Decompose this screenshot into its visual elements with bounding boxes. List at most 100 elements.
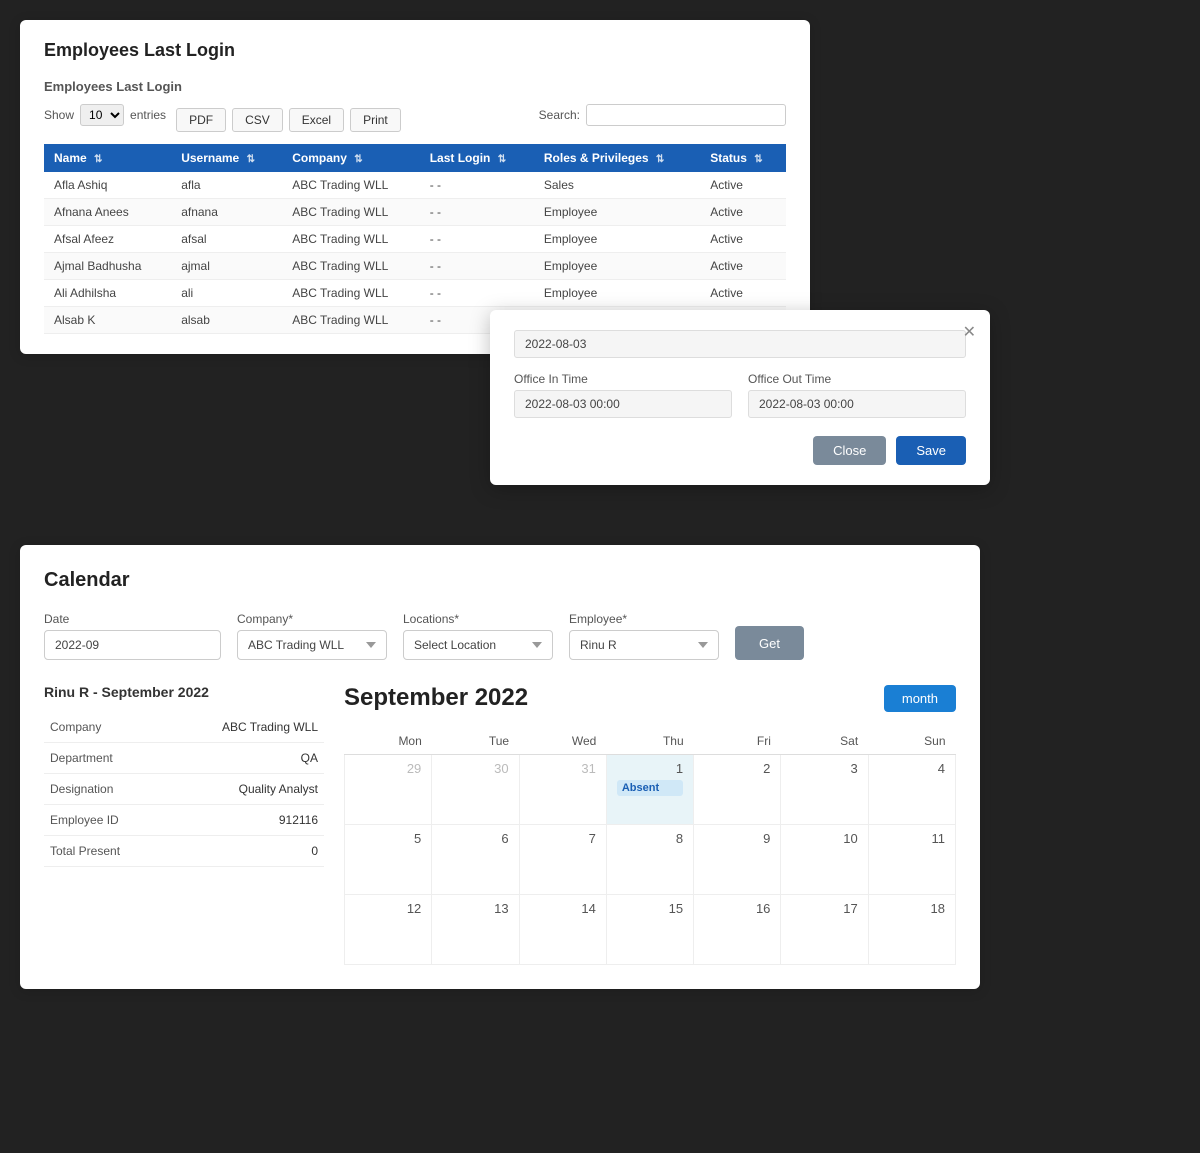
employee-filter-select[interactable]: Rinu R bbox=[569, 630, 719, 660]
print-button[interactable]: Print bbox=[350, 108, 401, 132]
company-filter-label: Company* bbox=[237, 612, 387, 626]
cell-last_login: - - bbox=[420, 253, 534, 280]
cal-header-tue: Tue bbox=[432, 728, 519, 755]
cal-header-sun: Sun bbox=[868, 728, 955, 755]
entries-label: entries bbox=[130, 108, 166, 122]
cell-username: afsal bbox=[171, 226, 282, 253]
calendar-day-cell[interactable]: 6 bbox=[432, 825, 519, 895]
cell-name: Afsal Afeez bbox=[44, 226, 171, 253]
col-status: Status ⇅ bbox=[700, 144, 786, 172]
date-field-group bbox=[514, 330, 966, 358]
col-roles: Roles & Privileges ⇅ bbox=[534, 144, 700, 172]
col-last-login: Last Login ⇅ bbox=[420, 144, 534, 172]
info-value: ABC Trading WLL bbox=[165, 712, 324, 743]
cal-header-mon: Mon bbox=[345, 728, 432, 755]
search-input[interactable] bbox=[586, 104, 786, 126]
cell-last_login: - - bbox=[420, 172, 534, 199]
calendar-header: September 2022 month bbox=[344, 684, 956, 712]
employees-panel-title: Employees Last Login bbox=[44, 40, 786, 61]
cell-name: Ajmal Badhusha bbox=[44, 253, 171, 280]
calendar-day-cell[interactable]: 31 bbox=[519, 755, 606, 825]
modal-footer: Close Save bbox=[514, 436, 966, 465]
calendar-day-cell[interactable]: 4 bbox=[868, 755, 955, 825]
export-buttons: PDF CSV Excel Print bbox=[176, 108, 401, 132]
calendar-week-row: 2930311Absent234 bbox=[345, 755, 956, 825]
calendar-day-cell[interactable]: 17 bbox=[781, 895, 868, 965]
cell-username: alsab bbox=[171, 307, 282, 334]
calendar-day-cell[interactable]: 14 bbox=[519, 895, 606, 965]
calendar-day-cell[interactable]: 8 bbox=[606, 825, 693, 895]
calendar-day-cell[interactable]: 10 bbox=[781, 825, 868, 895]
calendar-day-cell[interactable]: 5 bbox=[345, 825, 432, 895]
calendar-day-cell[interactable]: 30 bbox=[432, 755, 519, 825]
month-view-button[interactable]: month bbox=[884, 685, 956, 712]
cell-username: ajmal bbox=[171, 253, 282, 280]
calendar-day-cell[interactable]: 16 bbox=[694, 895, 781, 965]
cell-company: ABC Trading WLL bbox=[282, 307, 419, 334]
sort-roles-icon: ⇅ bbox=[656, 154, 664, 165]
table-row: Afnana AneesafnanaABC Trading WLL- -Empl… bbox=[44, 199, 786, 226]
cell-status: Active bbox=[700, 172, 786, 199]
employee-filter-group: Employee* Rinu R bbox=[569, 612, 719, 660]
calendar-day-cell[interactable]: 18 bbox=[868, 895, 955, 965]
info-value: Quality Analyst bbox=[165, 774, 324, 805]
cell-company: ABC Trading WLL bbox=[282, 280, 419, 307]
calendar-day-cell[interactable]: 12 bbox=[345, 895, 432, 965]
office-in-input[interactable] bbox=[514, 390, 732, 418]
cell-status: Active bbox=[700, 199, 786, 226]
cal-header-thu: Thu bbox=[606, 728, 693, 755]
edit-modal: ✕ Office In Time Office Out Time Close S… bbox=[490, 310, 990, 485]
calendar-week-row: 12131415161718 bbox=[345, 895, 956, 965]
info-label: Department bbox=[44, 743, 165, 774]
office-out-input[interactable] bbox=[748, 390, 966, 418]
calendar-body: Rinu R - September 2022 CompanyABC Tradi… bbox=[44, 684, 956, 965]
office-out-group: Office Out Time bbox=[748, 372, 966, 418]
calendar-day-cell[interactable]: 11 bbox=[868, 825, 955, 895]
date-input[interactable] bbox=[514, 330, 966, 358]
cell-username: afla bbox=[171, 172, 282, 199]
table-row: Ajmal BadhushaajmalABC Trading WLL- -Emp… bbox=[44, 253, 786, 280]
cell-roles: Sales bbox=[534, 172, 700, 199]
pdf-button[interactable]: PDF bbox=[176, 108, 226, 132]
info-label: Company bbox=[44, 712, 165, 743]
calendar-day-cell[interactable]: 1Absent bbox=[606, 755, 693, 825]
calendar-day-cell[interactable]: 15 bbox=[606, 895, 693, 965]
col-company: Company ⇅ bbox=[282, 144, 419, 172]
info-label: Employee ID bbox=[44, 805, 165, 836]
save-button[interactable]: Save bbox=[896, 436, 966, 465]
employees-section-label: Employees Last Login bbox=[44, 79, 786, 94]
cell-name: Ali Adhilsha bbox=[44, 280, 171, 307]
info-value: 0 bbox=[165, 836, 324, 867]
cell-username: ali bbox=[171, 280, 282, 307]
table-row: Afla AshiqaflaABC Trading WLL- -SalesAct… bbox=[44, 172, 786, 199]
office-in-group: Office In Time bbox=[514, 372, 732, 418]
info-row: CompanyABC Trading WLL bbox=[44, 712, 324, 743]
location-filter-select[interactable]: Select Location bbox=[403, 630, 553, 660]
toolbar-row: Show 10 25 50 entries PDF CSV Excel Prin… bbox=[44, 104, 786, 136]
table-row: Afsal AfeezafsalABC Trading WLL- -Employ… bbox=[44, 226, 786, 253]
cell-name: Afla Ashiq bbox=[44, 172, 171, 199]
calendar-month-title: September 2022 bbox=[344, 684, 528, 712]
sort-lastlogin-icon: ⇅ bbox=[498, 154, 506, 165]
date-filter-input[interactable] bbox=[44, 630, 221, 660]
get-button[interactable]: Get bbox=[735, 626, 804, 660]
calendar-main: September 2022 month MonTueWedThuFriSatS… bbox=[344, 684, 956, 965]
calendar-day-cell[interactable]: 29 bbox=[345, 755, 432, 825]
csv-button[interactable]: CSV bbox=[232, 108, 283, 132]
cell-roles: Employee bbox=[534, 226, 700, 253]
calendar-day-cell[interactable]: 13 bbox=[432, 895, 519, 965]
calendar-day-cell[interactable]: 3 bbox=[781, 755, 868, 825]
info-value: 912116 bbox=[165, 805, 324, 836]
company-filter-select[interactable]: ABC Trading WLL bbox=[237, 630, 387, 660]
entries-select[interactable]: 10 25 50 bbox=[80, 104, 124, 126]
close-button[interactable]: Close bbox=[813, 436, 886, 465]
search-label: Search: bbox=[539, 108, 580, 122]
office-in-label: Office In Time bbox=[514, 372, 732, 386]
info-row: Employee ID912116 bbox=[44, 805, 324, 836]
excel-button[interactable]: Excel bbox=[289, 108, 344, 132]
office-out-label: Office Out Time bbox=[748, 372, 966, 386]
calendar-day-cell[interactable]: 7 bbox=[519, 825, 606, 895]
modal-close-x-button[interactable]: ✕ bbox=[963, 322, 976, 342]
calendar-day-cell[interactable]: 2 bbox=[694, 755, 781, 825]
calendar-day-cell[interactable]: 9 bbox=[694, 825, 781, 895]
